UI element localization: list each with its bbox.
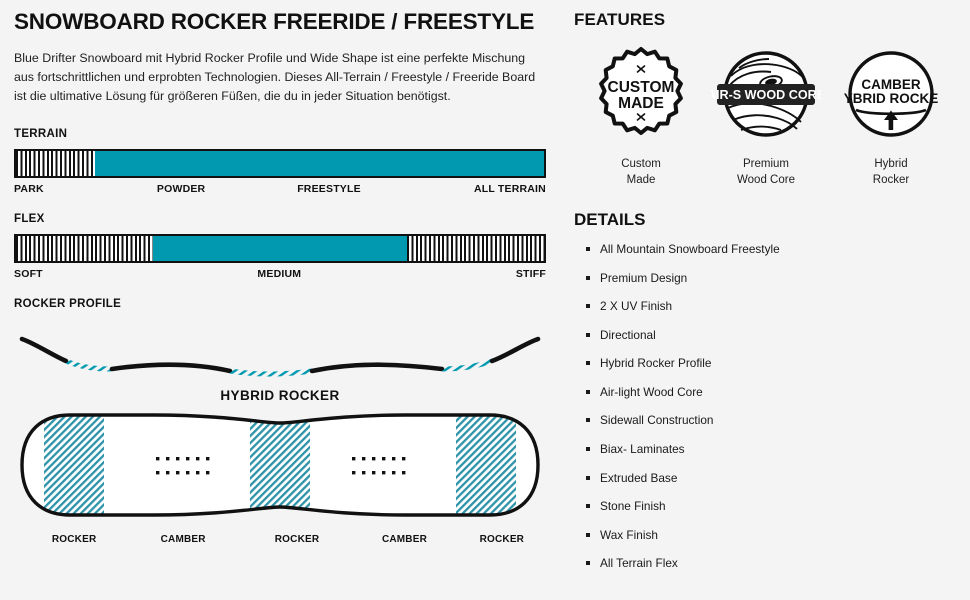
list-item: Extruded Base bbox=[586, 471, 954, 485]
terrain-meter-fill-segment bbox=[95, 151, 544, 177]
terrain-scale-tick: POWDER bbox=[156, 183, 206, 196]
flex-meter-soft-segment bbox=[16, 236, 154, 262]
flex-scale-tick: SOFT bbox=[14, 268, 43, 281]
feature-caption-line: Made bbox=[626, 173, 656, 186]
board-zone-rocker-tail bbox=[456, 415, 516, 516]
right-column: FEATURES CUSTOM MADE Custom Made AIR-S W… bbox=[560, 0, 970, 600]
board-body bbox=[22, 415, 538, 516]
feature-caption: Custom Made bbox=[582, 157, 700, 188]
terrain-meter bbox=[14, 149, 546, 179]
feature-caption-line: Wood Core bbox=[737, 173, 795, 186]
custom-made-seal-icon: CUSTOM MADE bbox=[599, 47, 683, 135]
terrain-scale-tick: ALL TERRAIN bbox=[473, 183, 546, 196]
terrain-meter-empty-segment bbox=[16, 151, 96, 177]
terrain-label: TERRAIN bbox=[14, 128, 68, 141]
terrain-scale-tick: FREESTYLE bbox=[297, 183, 361, 196]
board-zone-label: ROCKER bbox=[51, 534, 97, 546]
list-item: Premium Design bbox=[586, 271, 954, 285]
details-list: All Mountain Snowboard Freestyle Premium… bbox=[574, 243, 954, 570]
feature-caption-line: Rocker bbox=[872, 173, 910, 186]
board-top-view-diagram bbox=[20, 413, 540, 518]
feature-caption-line: Custom bbox=[621, 158, 661, 170]
terrain-scale-tick: PARK bbox=[14, 183, 44, 196]
board-zone-legend: ROCKER CAMBER ROCKER CAMBER ROCKER bbox=[14, 534, 546, 550]
board-zone-label: ROCKER bbox=[479, 534, 525, 546]
list-item: All Mountain Snowboard Freestyle bbox=[586, 243, 954, 256]
feature-caption-line: Premium bbox=[742, 158, 789, 170]
board-zone-label: CAMBER bbox=[160, 534, 206, 546]
flex-meter-block: FLEX SOFT MEDIUM STIFF bbox=[14, 213, 546, 280]
terrain-scale: PARK POWDER FREESTYLE ALL TERRAIN bbox=[14, 183, 546, 195]
wood-core-banner-text: AIR-S WOOD CORE bbox=[711, 88, 821, 102]
left-column: SNOWBOARD ROCKER FREERIDE / FREESTYLE Bl… bbox=[0, 0, 560, 600]
list-item: Hybrid Rocker Profile bbox=[586, 357, 954, 370]
terrain-meter-block: TERRAIN PARK POWDER FREESTYLE ALL TERRAI… bbox=[14, 128, 546, 195]
list-item: Directional bbox=[586, 328, 954, 342]
camber-hybrid-rocker-circle-icon: CAMBER HYBRID ROCKER bbox=[834, 51, 948, 137]
feature-custom-made: CUSTOM MADE Custom Made bbox=[582, 46, 700, 188]
list-item: Stone Finish bbox=[586, 500, 954, 513]
feature-caption: Premium Wood Core bbox=[707, 157, 825, 188]
feature-caption-line: Hybrid bbox=[874, 158, 908, 170]
camber-badge-line-2: HYBRID ROCKER bbox=[843, 91, 939, 106]
product-description: Blue Drifter Snowboard mit Hybrid Rocker… bbox=[14, 50, 536, 104]
seal-line-1: CUSTOM bbox=[608, 79, 675, 96]
flex-meter bbox=[14, 234, 546, 264]
list-item: Sidewall Construction bbox=[586, 414, 954, 427]
page-title: SNOWBOARD ROCKER FREERIDE / FREESTYLE bbox=[14, 9, 535, 34]
board-zone-rocker-nose bbox=[44, 415, 104, 516]
flex-scale-tick: STIFF bbox=[515, 268, 546, 281]
board-zone-label: ROCKER bbox=[274, 534, 320, 546]
details-title: DETAILS bbox=[574, 210, 646, 230]
flex-scale: SOFT MEDIUM STIFF bbox=[14, 268, 546, 280]
feature-hybrid-rocker: CAMBER HYBRID ROCKER Hybrid Rocker bbox=[832, 46, 950, 188]
flex-meter-stiff-segment bbox=[406, 236, 544, 262]
flex-scale-tick: MEDIUM bbox=[257, 268, 302, 281]
camber-badge-line-1: CAMBER bbox=[861, 77, 920, 92]
rocker-profile-label: ROCKER PROFILE bbox=[14, 298, 122, 311]
product-infographic: SNOWBOARD ROCKER FREERIDE / FREESTYLE Bl… bbox=[0, 0, 970, 600]
list-item: All Terrain Flex bbox=[586, 557, 954, 570]
rocker-profile-diagram bbox=[19, 337, 541, 377]
flex-meter-fill-segment bbox=[153, 236, 407, 262]
features-title: FEATURES bbox=[574, 10, 666, 29]
board-zone-label: CAMBER bbox=[381, 534, 428, 546]
features-row: CUSTOM MADE Custom Made AIR-S WOOD CORE … bbox=[574, 46, 954, 188]
flex-label: FLEX bbox=[14, 213, 45, 226]
feature-premium-wood-core: AIR-S WOOD CORE Premium Wood Core bbox=[707, 46, 825, 188]
list-item: 2 X UV Finish bbox=[586, 300, 954, 313]
list-item: Biax- Laminates bbox=[586, 442, 954, 456]
board-diagram-block: ROCKER CAMBER ROCKER CAMBER ROCKER bbox=[14, 409, 546, 550]
feature-caption: Hybrid Rocker bbox=[832, 157, 950, 188]
wood-core-circle-icon: AIR-S WOOD CORE bbox=[707, 51, 825, 137]
rocker-profile-block: ROCKER PROFILE HYBRID ROCKER bbox=[14, 298, 546, 403]
seal-line-2: MADE bbox=[618, 95, 664, 112]
list-item: Wax Finish bbox=[586, 528, 954, 542]
list-item: Air-light Wood Core bbox=[586, 385, 954, 399]
rocker-profile-title: HYBRID ROCKER bbox=[220, 388, 340, 404]
